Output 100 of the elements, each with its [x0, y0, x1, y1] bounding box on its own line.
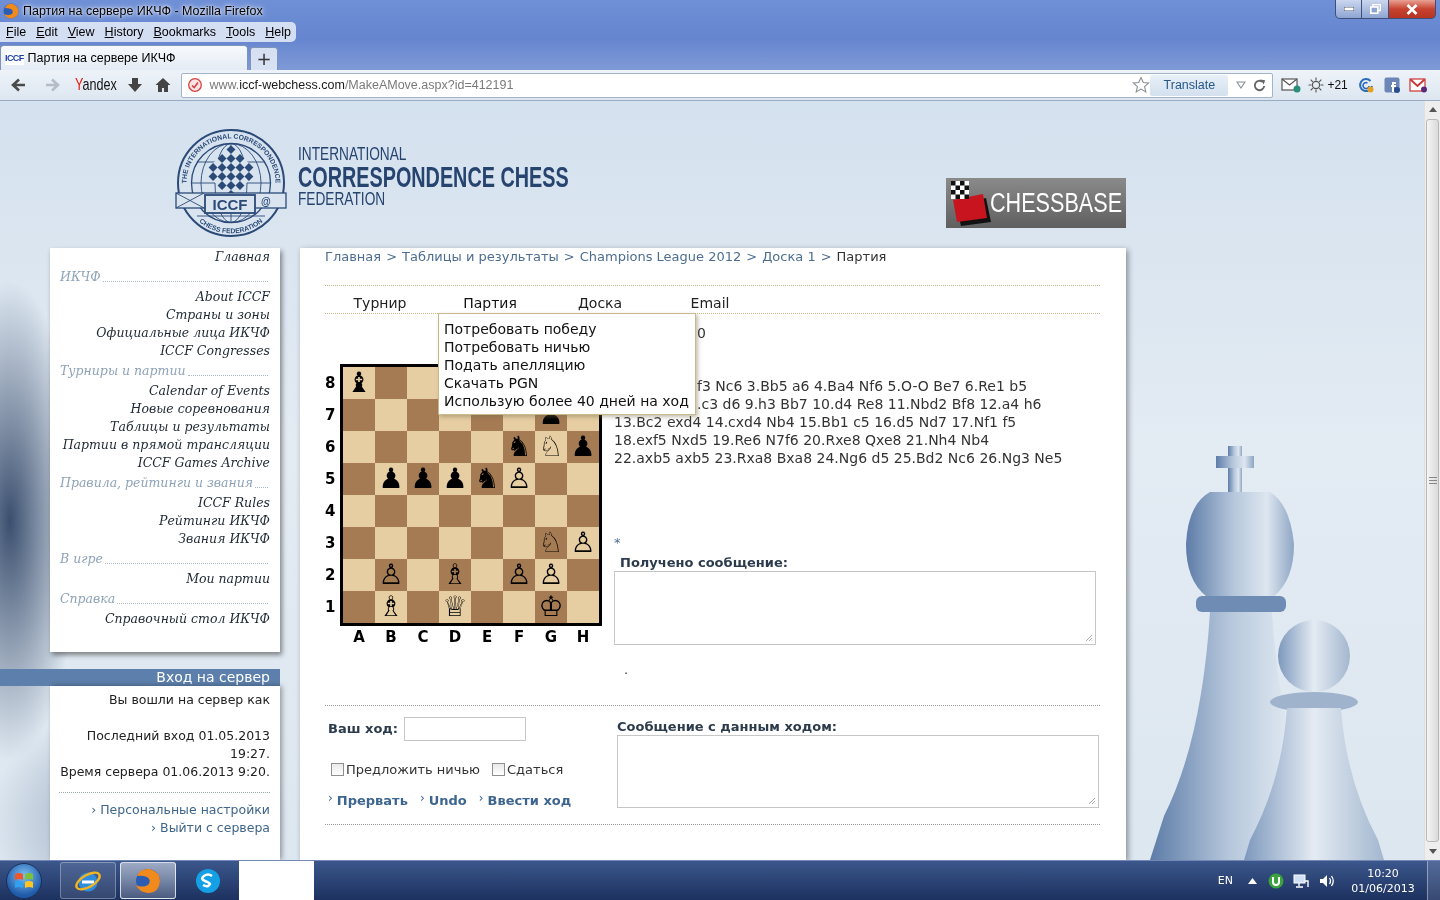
favicon-logo: ICCF	[5, 51, 24, 65]
checkbox[interactable]	[492, 762, 506, 776]
menu-item[interactable]: Потребовать победу	[444, 320, 689, 338]
sidebar-link[interactable]: Официальные лица ИКЧФ	[96, 325, 270, 340]
sidebar-link[interactable]: Рейтинги ИКЧФ	[159, 513, 270, 528]
menu-item[interactable]: Подать апелляцию	[444, 356, 689, 374]
checkbox-label[interactable]: Предложить ничью	[346, 761, 481, 777]
back-button[interactable]	[9, 76, 27, 94]
taskbar-button[interactable]	[60, 862, 116, 899]
star-icon[interactable]	[1132, 76, 1151, 94]
sidebar-link[interactable]: Таблицы и результаты	[110, 419, 270, 434]
rank-label: 5	[325, 469, 337, 490]
mail-icon[interactable]	[1281, 77, 1302, 93]
chess-piece[interactable]: ♙	[378, 559, 404, 591]
home-icon[interactable]	[155, 77, 172, 93]
download-arrow-icon[interactable]	[127, 77, 144, 93]
page-tab[interactable]: Email	[690, 295, 730, 311]
menu-item[interactable]: Скачать PGN	[444, 374, 689, 392]
menu-item[interactable]: History	[99, 22, 149, 42]
move-input[interactable]	[404, 717, 527, 741]
sidebar-link[interactable]: Страны и зоны	[165, 307, 270, 322]
weather-button[interactable]: +21	[1308, 77, 1348, 93]
checkbox[interactable]	[331, 762, 344, 776]
sidebar-link[interactable]: Calendar of Events	[148, 383, 270, 398]
sidebar-link[interactable]: Партии в прямой трансляции	[62, 437, 270, 452]
reload-icon[interactable]	[1252, 77, 1268, 93]
chess-piece[interactable]: ♟	[570, 431, 596, 463]
page-tab[interactable]: Партия	[463, 295, 517, 311]
resize-grip-icon[interactable]	[1088, 797, 1096, 805]
sidebar-link[interactable]: ICCF Rules	[198, 495, 270, 510]
menu-item[interactable]: Bookmarks	[148, 22, 222, 42]
menu-item[interactable]: Tools	[221, 22, 261, 42]
board-square	[343, 559, 375, 591]
browser-tab[interactable]: ICCF Партия на сервере ИКЧФ	[0, 45, 248, 70]
chess-piece[interactable]: ♔	[538, 591, 564, 623]
chess-piece[interactable]: ♞	[474, 463, 500, 495]
menu-item[interactable]: Использую более 40 дней на ход	[444, 392, 689, 410]
start-button[interactable]	[6, 862, 42, 899]
brand-logo[interactable]: Yandex	[75, 75, 117, 95]
taskbar-button[interactable]	[120, 862, 176, 899]
square-app-icon[interactable]	[1383, 77, 1400, 93]
menu-item[interactable]: Потребовать ничью	[444, 338, 689, 356]
message-field[interactable]	[617, 735, 1099, 808]
restore-button[interactable]	[1362, 0, 1389, 19]
tray-app-icon[interactable]	[1268, 872, 1284, 889]
address-field[interactable]: www.iccf-webchess.com/MakeAMove.aspx?id=412191 Translate	[181, 72, 1274, 98]
chess-piece[interactable]: ♟	[378, 463, 404, 495]
page-tab[interactable]: Турнир	[353, 295, 407, 311]
caret-down-icon[interactable]	[1236, 81, 1247, 89]
page-tab[interactable]: Доска	[577, 295, 623, 311]
breadcrumb-link[interactable]: Champions League 2012	[579, 248, 742, 266]
language-indicator[interactable]: EN	[1217, 874, 1233, 887]
chess-piece[interactable]: ♗	[378, 591, 404, 623]
menu-item[interactable]: View	[62, 22, 100, 42]
vertical-scrollbar[interactable]	[1424, 101, 1440, 860]
sidebar-link[interactable]: ICCF Games Archive	[137, 455, 270, 470]
sidebar-link[interactable]: Главная	[215, 249, 270, 264]
swirl-icon[interactable]	[1357, 77, 1374, 93]
chess-piece[interactable]: ♙	[570, 527, 596, 559]
resize-grip-icon[interactable]	[1085, 634, 1093, 642]
minimize-button[interactable]	[1335, 0, 1362, 19]
envelope-icon[interactable]	[1408, 77, 1427, 93]
sidebar-link[interactable]: About ICCF	[195, 289, 270, 304]
close-button[interactable]	[1389, 0, 1436, 19]
chess-piece[interactable]: ♘	[538, 527, 564, 559]
chess-piece[interactable]: ♘	[538, 431, 564, 463]
translate-button[interactable]: Translate	[1150, 74, 1229, 96]
breadcrumb-link[interactable]: Главная	[325, 248, 382, 266]
sidebar-link[interactable]: Справочный стол ИКЧФ	[105, 611, 270, 626]
sponsor-banner[interactable]: CHESSBASE	[946, 178, 1126, 228]
sidebar-link[interactable]: Мои партии	[186, 571, 270, 586]
menu-item[interactable]: File	[1, 22, 32, 42]
menu-item[interactable]: Help	[260, 22, 296, 42]
flag-icon	[14, 870, 34, 891]
show-desktop-button[interactable]	[1427, 861, 1440, 900]
sidebar-link[interactable]: ICCF Congresses	[160, 343, 270, 358]
sidebar-link[interactable]: Звания ИКЧФ	[178, 531, 270, 546]
account-link[interactable]: › Персональные настройки	[91, 802, 270, 817]
board-square	[439, 431, 471, 463]
chess-piece[interactable]: ♟	[410, 463, 436, 495]
network-icon[interactable]	[1293, 872, 1309, 889]
scrollbar-thumb[interactable]	[1426, 119, 1439, 842]
caret-up-icon[interactable]	[1248, 877, 1257, 884]
chess-piece[interactable]: ♝	[346, 367, 372, 399]
breadcrumb-link[interactable]: Таблицы и результаты	[402, 248, 559, 266]
chess-piece[interactable]: ♙	[538, 559, 564, 591]
menu-item[interactable]: Edit	[31, 22, 63, 42]
new-tab-button[interactable]: +	[250, 47, 278, 70]
clock-button[interactable]: 10:20 01/06/2013	[1351, 865, 1415, 896]
chess-piece[interactable]: ♗	[442, 559, 468, 591]
chess-piece[interactable]: ♞	[506, 431, 532, 463]
chess-piece[interactable]: ♙	[506, 559, 532, 591]
account-link[interactable]: › Выйти с сервера	[151, 820, 270, 835]
chess-piece[interactable]: ♟	[442, 463, 468, 495]
sidebar-link[interactable]: Новые соревнования	[130, 401, 270, 416]
breadcrumb-link[interactable]: Доска 1	[762, 248, 816, 266]
message-field[interactable]	[614, 571, 1096, 645]
checkbox-label[interactable]: Сдаться	[507, 761, 564, 777]
chess-piece[interactable]: ♕	[442, 591, 468, 623]
chess-piece[interactable]: ♙	[506, 463, 532, 495]
